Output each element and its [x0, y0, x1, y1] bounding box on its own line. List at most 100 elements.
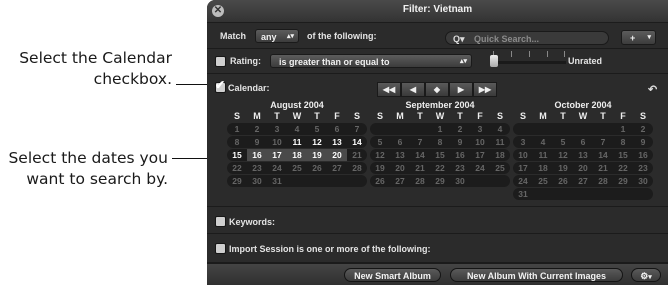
day-cell[interactable]: 4 — [287, 123, 307, 135]
day-cell[interactable]: 9 — [247, 136, 267, 148]
day-cell[interactable]: 23 — [450, 162, 470, 174]
day-cell[interactable]: 20 — [573, 162, 593, 174]
rating-operator-popup[interactable]: is greater than or equal to ▴▾ — [270, 54, 472, 68]
day-cell[interactable]: 5 — [370, 136, 390, 148]
undo-icon[interactable]: ↶ — [648, 83, 657, 96]
day-cell[interactable]: 29 — [430, 175, 450, 187]
day-cell[interactable]: 12 — [370, 149, 390, 161]
day-cell[interactable]: 16 — [450, 149, 470, 161]
new-album-current-images-button[interactable]: New Album With Current Images — [450, 268, 623, 282]
day-cell[interactable]: 7 — [410, 136, 430, 148]
day-cell[interactable]: 11 — [287, 136, 307, 148]
day-cell[interactable]: 7 — [347, 123, 367, 135]
day-cell[interactable]: 4 — [490, 123, 510, 135]
quick-search-input[interactable]: Q▾ Quick Search... — [445, 31, 609, 45]
day-cell[interactable]: 29 — [613, 175, 633, 187]
day-cell[interactable]: 3 — [267, 123, 287, 135]
day-cell[interactable]: 21 — [347, 149, 367, 161]
day-cell[interactable]: 8 — [227, 136, 247, 148]
day-cell[interactable]: 28 — [347, 162, 367, 174]
day-cell[interactable]: 10 — [267, 136, 287, 148]
day-cell[interactable]: 30 — [450, 175, 470, 187]
day-cell[interactable]: 25 — [287, 162, 307, 174]
day-cell[interactable]: 29 — [227, 175, 247, 187]
rating-slider-track[interactable] — [492, 61, 566, 64]
day-cell[interactable]: 13 — [573, 149, 593, 161]
day-cell[interactable]: 1 — [227, 123, 247, 135]
day-cell[interactable]: 14 — [410, 149, 430, 161]
day-cell[interactable]: 19 — [553, 162, 573, 174]
day-cell[interactable]: 12 — [553, 149, 573, 161]
add-rule-button[interactable]: + ▾ — [621, 30, 656, 45]
day-cell[interactable]: 14 — [593, 149, 613, 161]
day-cell[interactable]: 9 — [450, 136, 470, 148]
day-cell[interactable]: 6 — [390, 136, 410, 148]
day-cell[interactable]: 14 — [347, 136, 367, 148]
day-cell[interactable]: 8 — [430, 136, 450, 148]
day-cell[interactable]: 13 — [390, 149, 410, 161]
action-menu-button[interactable]: ⚙▾ — [631, 268, 661, 282]
day-cell[interactable]: 21 — [410, 162, 430, 174]
day-cell[interactable]: 3 — [513, 136, 533, 148]
day-cell[interactable]: 18 — [490, 149, 510, 161]
day-cell[interactable]: 6 — [327, 123, 347, 135]
day-cell[interactable]: 20 — [390, 162, 410, 174]
day-cell[interactable]: 28 — [593, 175, 613, 187]
day-cell[interactable]: 2 — [247, 123, 267, 135]
day-cell[interactable]: 25 — [533, 175, 553, 187]
day-cell[interactable]: 18 — [287, 149, 307, 161]
day-cell[interactable]: 18 — [533, 162, 553, 174]
day-cell[interactable]: 16 — [633, 149, 653, 161]
rating-checkbox[interactable] — [215, 56, 226, 67]
day-cell[interactable]: 26 — [307, 162, 327, 174]
left-icon[interactable]: ◀ — [401, 82, 425, 97]
day-cell[interactable]: 19 — [370, 162, 390, 174]
day-cell[interactable]: 24 — [470, 162, 490, 174]
day-cell[interactable]: 15 — [613, 149, 633, 161]
day-cell[interactable]: 4 — [533, 136, 553, 148]
day-cell[interactable]: 30 — [247, 175, 267, 187]
day-cell[interactable]: 16 — [247, 149, 267, 161]
day-cell[interactable]: 27 — [327, 162, 347, 174]
day-cell[interactable]: 17 — [470, 149, 490, 161]
day-cell[interactable]: 11 — [490, 136, 510, 148]
day-cell[interactable]: 24 — [267, 162, 287, 174]
day-cell[interactable]: 23 — [633, 162, 653, 174]
day-cell[interactable]: 2 — [450, 123, 470, 135]
day-cell[interactable]: 20 — [327, 149, 347, 161]
day-cell[interactable]: 10 — [513, 149, 533, 161]
rating-slider-knob[interactable] — [490, 55, 498, 67]
day-cell[interactable]: 15 — [227, 149, 247, 161]
day-cell[interactable]: 31 — [267, 175, 287, 187]
day-cell[interactable]: 5 — [553, 136, 573, 148]
day-cell[interactable]: 12 — [307, 136, 327, 148]
day-cell[interactable]: 27 — [573, 175, 593, 187]
day-cell[interactable]: 1 — [613, 123, 633, 135]
day-cell[interactable]: 7 — [593, 136, 613, 148]
right-icon[interactable]: ▶ — [449, 82, 473, 97]
day-cell[interactable]: 2 — [633, 123, 653, 135]
day-cell[interactable]: 22 — [613, 162, 633, 174]
day-cell[interactable]: 26 — [553, 175, 573, 187]
calendar-checkbox[interactable]: ✔ — [215, 78, 226, 93]
keywords-checkbox[interactable] — [215, 216, 226, 227]
day-cell[interactable]: 9 — [633, 136, 653, 148]
day-cell[interactable]: 8 — [613, 136, 633, 148]
day-cell[interactable]: 22 — [227, 162, 247, 174]
day-cell[interactable]: 6 — [573, 136, 593, 148]
day-cell[interactable]: 24 — [513, 175, 533, 187]
day-cell[interactable]: 23 — [247, 162, 267, 174]
day-cell[interactable]: 21 — [593, 162, 613, 174]
day-cell[interactable]: 27 — [390, 175, 410, 187]
diamond-icon[interactable]: ◆ — [425, 82, 449, 97]
import-session-checkbox[interactable] — [215, 243, 226, 254]
day-cell[interactable]: 19 — [307, 149, 327, 161]
match-popup[interactable]: any ▴▾ — [255, 29, 299, 43]
day-cell[interactable]: 1 — [430, 123, 450, 135]
day-cell[interactable]: 13 — [327, 136, 347, 148]
day-cell[interactable]: 11 — [533, 149, 553, 161]
day-cell[interactable]: 3 — [470, 123, 490, 135]
day-cell[interactable]: 17 — [267, 149, 287, 161]
new-smart-album-button[interactable]: New Smart Album — [344, 268, 441, 282]
double-right-icon[interactable]: ▶▶ — [473, 82, 497, 97]
